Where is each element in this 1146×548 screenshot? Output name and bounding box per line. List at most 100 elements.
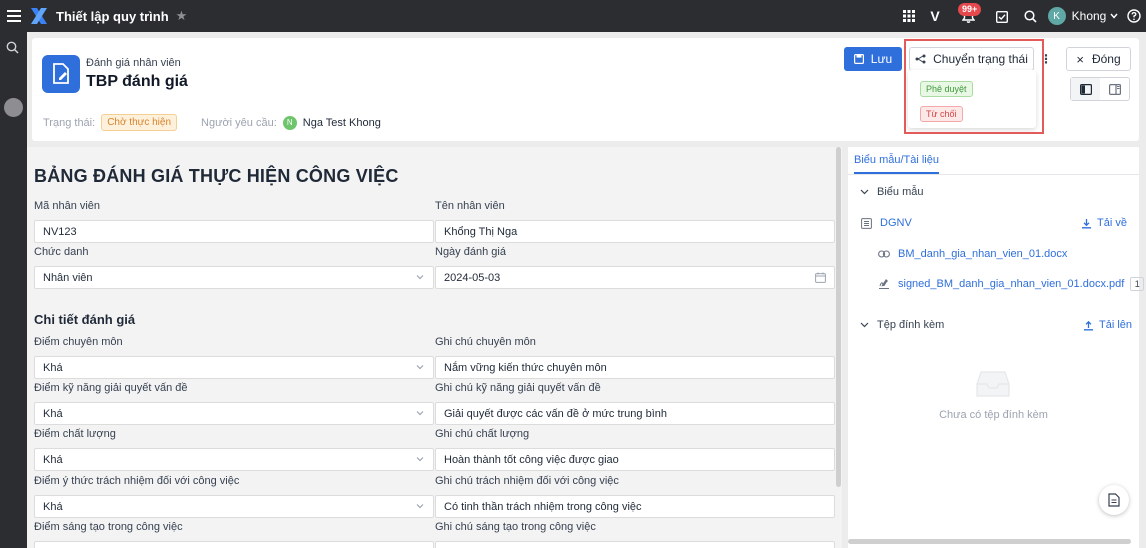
employee-id-label: Mã nhân viên (34, 200, 101, 212)
empty-attachments-text: Chưa có tệp đính kèm (939, 409, 1048, 421)
change-status-label: Chuyển trạng thái (933, 52, 1028, 66)
close-label: Đóng (1091, 52, 1121, 66)
note-label: Ghi chú sáng tạo trong công việc (435, 521, 596, 533)
v-logo-icon[interactable]: V (922, 0, 948, 32)
rail-avatar[interactable] (4, 98, 23, 117)
tab-divider (848, 174, 1139, 175)
app-logo-icon (31, 8, 47, 24)
form-scrollbar[interactable] (836, 147, 841, 487)
score-select[interactable]: Khá (34, 356, 434, 379)
app-title: Thiết lập quy trình (56, 8, 169, 24)
score-select[interactable]: Khá (34, 402, 434, 425)
apps-grid-icon[interactable] (896, 0, 922, 32)
requester-label: Người yêu cầu: (201, 116, 277, 129)
upload-button[interactable]: Tải lên (1083, 319, 1132, 331)
notification-count-badge: 99+ (958, 3, 982, 16)
note-field[interactable]: Có tinh thần trách nhiệm trong công việc (435, 495, 835, 518)
close-icon: × (1076, 51, 1084, 67)
status-row: Trạng thái: Chờ thực hiện Người yêu cầu:… (43, 114, 381, 131)
change-status-button[interactable]: Chuyển trạng thái (909, 47, 1034, 71)
note-field[interactable]: Nắm vững kiến thức chuyên môn (435, 356, 835, 379)
breadcrumb[interactable]: Đánh giá nhân viên (86, 57, 181, 69)
chevron-down-icon (416, 457, 424, 462)
score-label: Điểm ý thức trách nhiệm đối với công việ… (34, 475, 240, 487)
user-name: Khong (1071, 9, 1107, 23)
note-field[interactable]: Hoàn thành tốt công việc được giao (435, 448, 835, 471)
date-label: Ngày đánh giá (435, 246, 506, 258)
employee-name-label: Tên nhân viên (435, 200, 505, 212)
close-button[interactable]: × Đóng (1066, 47, 1131, 71)
employee-name-field[interactable]: Khổng Thị Nga (435, 220, 835, 243)
section-title: Chi tiết đánh giá (34, 312, 136, 327)
score-label: Điểm chất lượng (34, 428, 116, 440)
score-label: Điểm chuyên môn (34, 336, 123, 348)
task-check-icon[interactable] (988, 0, 1016, 32)
save-label: Lưu (870, 52, 893, 66)
status-option-reject[interactable]: Từ chối (920, 106, 963, 122)
signature-icon (879, 279, 889, 289)
note-label: Ghi chú trách nhiệm đối với công việc (435, 475, 619, 487)
score-select[interactable]: Khá (34, 448, 434, 471)
more-options-icon[interactable]: ⋮ (1039, 47, 1053, 71)
evaluation-form: BẢNG ĐÁNH GIÁ THỰC HIỆN CÔNG VIỆC Mã nhâ… (27, 147, 842, 548)
signed-file-link[interactable]: signed_BM_danh_gia_nhan_vien_01.docx.pdf… (878, 277, 1145, 291)
status-option-approve[interactable]: Phê duyệt (920, 81, 973, 97)
help-icon[interactable] (1122, 0, 1146, 32)
score-select[interactable] (34, 541, 434, 548)
date-field[interactable]: 2024-05-03 (435, 266, 835, 289)
templates-section-header[interactable]: Biểu mẫu (860, 186, 923, 198)
link-icon (878, 250, 890, 258)
position-label: Chức danh (34, 246, 89, 258)
save-button[interactable]: Lưu (844, 47, 902, 71)
score-label: Điểm sáng tạo trong công việc (34, 521, 183, 533)
tab-templates-documents[interactable]: Biểu mẫu/Tài liệu (854, 154, 939, 174)
note-field[interactable] (435, 541, 835, 548)
document-fab-button[interactable] (1099, 485, 1129, 515)
position-select[interactable]: Nhân viên (34, 266, 434, 289)
score-label: Điểm kỹ năng giải quyết vấn đề (34, 382, 188, 394)
panel-horizontal-scrollbar[interactable] (848, 539, 1131, 544)
file-link[interactable]: BM_danh_gia_nhan_vien_01.docx (878, 248, 1067, 260)
note-label: Ghi chú kỹ năng giải quyết vấn đề (435, 382, 601, 394)
score-select[interactable]: Khá (34, 495, 434, 518)
layout-split-left-icon[interactable] (1071, 78, 1100, 100)
star-icon[interactable]: ★ (176, 8, 188, 24)
layout-toggle (1070, 77, 1130, 101)
avatar: K (1047, 7, 1066, 25)
menu-icon[interactable] (0, 0, 28, 32)
template-item[interactable]: DGNV (861, 217, 912, 229)
search-icon[interactable] (1016, 0, 1044, 32)
branch-icon (915, 54, 926, 64)
upload-icon (1084, 320, 1093, 330)
note-field[interactable]: Giải quyết được các vấn đề ở mức trung b… (435, 402, 835, 425)
chevron-down-icon (860, 322, 869, 328)
calendar-icon (815, 272, 826, 283)
chevron-down-icon (416, 411, 424, 416)
note-label: Ghi chú chuyên môn (435, 336, 536, 348)
empty-inbox-icon (976, 371, 1010, 397)
attachments-section-header[interactable]: Tệp đính kèm (860, 319, 944, 331)
layout-split-right-icon[interactable] (1100, 78, 1129, 100)
status-label: Trạng thái: (43, 116, 96, 129)
document-icon (1108, 493, 1120, 507)
requester-name: Nga Test Khong (302, 116, 381, 129)
save-icon (853, 54, 864, 64)
chevron-down-icon (416, 504, 424, 509)
status-badge: Chờ thực hiện (101, 114, 178, 131)
employee-id-field[interactable]: NV123 (34, 220, 434, 243)
document-edit-icon (42, 55, 80, 93)
version-count-badge: 1 (1130, 277, 1145, 291)
form-title: BẢNG ĐÁNH GIÁ THỰC HIỆN CÔNG VIỆC (34, 166, 399, 186)
documents-panel: Biểu mẫu/Tài liệu Biểu mẫu DGNV Tải về B… (848, 147, 1145, 548)
rail-search-icon[interactable] (6, 41, 19, 54)
page-title: TBP đánh giá (86, 73, 188, 90)
requester-avatar: N (282, 115, 297, 130)
status-dropdown: Phê duyệt Từ chối (908, 70, 1036, 128)
user-menu[interactable]: K Khong (1044, 0, 1122, 32)
download-button[interactable]: Tải về (1081, 217, 1127, 229)
download-icon (1082, 218, 1091, 228)
chevron-down-icon (860, 189, 869, 195)
list-icon (861, 217, 872, 229)
notification-bell-icon[interactable]: 99+ (948, 0, 988, 32)
chevron-down-icon (1110, 13, 1118, 19)
